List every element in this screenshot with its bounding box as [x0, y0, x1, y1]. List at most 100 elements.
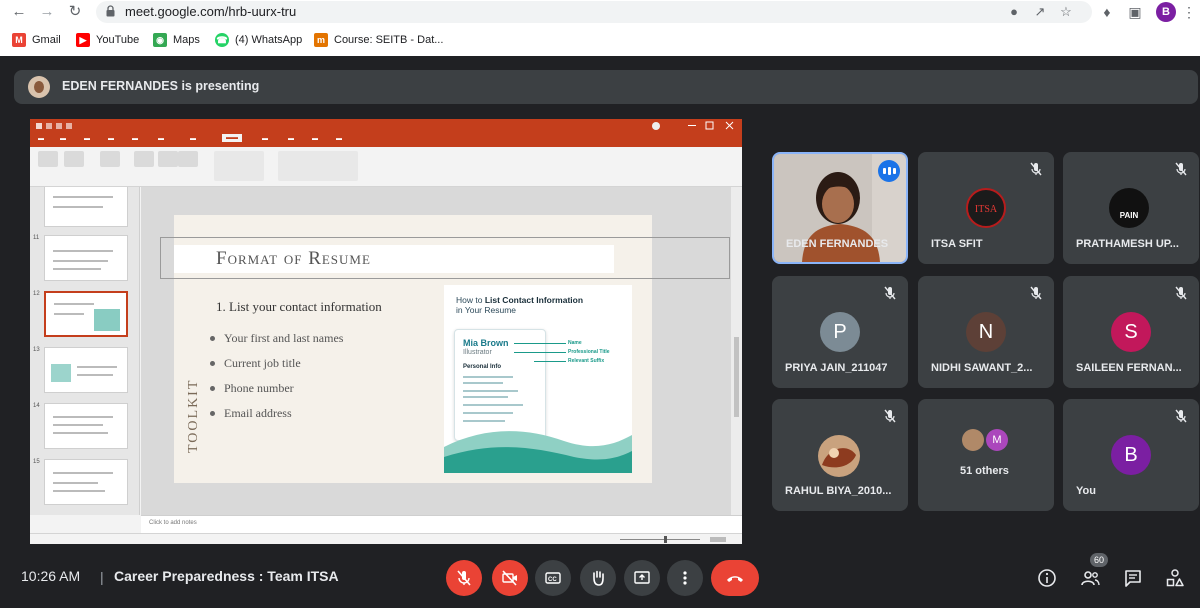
participant-name: EDEN FERNANDES [786, 238, 889, 250]
pain-logo: PAIN [1109, 188, 1149, 228]
profile-avatar[interactable]: B [1156, 2, 1176, 22]
camera-toggle-button[interactable] [492, 560, 528, 596]
people-icon[interactable] [1080, 568, 1100, 588]
mic-off-icon [1030, 162, 1042, 176]
end-call-button[interactable] [711, 560, 759, 596]
participant-avatar: S [1111, 312, 1151, 352]
presenter-avatar [28, 76, 50, 98]
slide-canvas: Format of Resume 1. List your contact in… [141, 187, 742, 515]
participant-tile-you[interactable]: B You [1063, 399, 1199, 511]
slide-thumbnails: 11 12 13 14 15 [30, 187, 140, 515]
back-icon[interactable]: ← [10, 3, 28, 21]
speaking-indicator-icon [878, 160, 900, 182]
slide-scrollbar [731, 187, 742, 515]
quick-access-icons [36, 123, 72, 129]
separator: | [100, 569, 104, 585]
mic-toggle-button[interactable] [446, 560, 482, 596]
present-screen-icon [634, 571, 650, 584]
ppt-tab: ▬ [312, 136, 318, 142]
mic-off-icon [884, 286, 896, 300]
participant-tile-others[interactable]: M 51 others [918, 399, 1054, 511]
captions-icon: CC [545, 572, 561, 584]
others-avatar [962, 429, 984, 451]
participant-name: You [1076, 485, 1096, 497]
course-icon: m [314, 33, 328, 47]
ribbon-monitor-group [278, 151, 358, 181]
participant-tile-rahul[interactable]: RAHUL BIYA_2010... [772, 399, 908, 511]
camera-icon[interactable]: ● [1006, 4, 1022, 20]
slide-thumbnail-selected [44, 291, 128, 337]
chat-icon[interactable] [1123, 568, 1143, 588]
participant-tile-prathamesh[interactable]: PAIN PRATHAMESH UP... [1063, 152, 1199, 264]
participant-name: PRIYA JAIN_211047 [785, 362, 888, 374]
activities-icon[interactable] [1165, 568, 1185, 588]
ppt-tab: ▬ [190, 136, 196, 142]
resume-name: Mia Brown [463, 338, 509, 348]
howto-infographic: How to List Contact Information in Your R… [444, 285, 632, 473]
youtube-icon: ▶ [76, 33, 90, 47]
howto-label: Relevant Suffix [568, 358, 605, 364]
ppt-tab: ▬ [60, 136, 66, 142]
thumb-number: 13 [33, 347, 40, 353]
bookmark-course[interactable]: m Course: SEITB - Dat... [314, 32, 443, 48]
bookmark-gmail[interactable]: M Gmail [12, 32, 61, 48]
shared-screen[interactable]: ▬ ▬ ▬ ▬ ▬ ▬ ▬ ▬▬ ▬ ▬ ▬ ▬ 11 12 13 14 15 [30, 119, 742, 544]
extensions-icon[interactable]: ♦ [1098, 3, 1116, 21]
participant-tile-nidhi[interactable]: N NIDHI SAWANT_2... [918, 276, 1054, 388]
zoom-slider [620, 536, 726, 543]
participant-tile-priya[interactable]: P PRIYA JAIN_211047 [772, 276, 908, 388]
itsa-logo: ITSA [966, 188, 1006, 228]
info-icon[interactable] [1037, 568, 1057, 588]
ppt-status-bar [30, 533, 742, 544]
bookmark-youtube[interactable]: ▶ YouTube [76, 32, 139, 48]
window-controls [652, 121, 734, 130]
mic-off-icon [884, 409, 896, 423]
star-icon[interactable]: ☆ [1058, 4, 1074, 20]
thumb-number: 15 [33, 459, 40, 465]
maps-icon: ◉ [153, 33, 167, 47]
meeting-name: Career Preparedness : Team ITSA [114, 568, 339, 584]
reload-icon[interactable]: ↻ [66, 3, 84, 21]
mic-off-icon [1175, 409, 1187, 423]
sidepanel-icon[interactable]: ▣ [1126, 3, 1144, 21]
presenting-banner: EDEN FERNANDES is presenting [14, 70, 1198, 104]
participant-photo [818, 435, 860, 477]
bullet-item: Your first and last names [209, 331, 344, 345]
present-button[interactable] [624, 560, 660, 596]
more-options-button[interactable] [667, 560, 703, 596]
mic-off-icon [1030, 286, 1042, 300]
others-count: 51 others [960, 465, 1009, 477]
slide-thumbnail [44, 187, 128, 227]
bookmark-maps[interactable]: ◉ Maps [153, 32, 200, 48]
slide-thumbnail [44, 235, 128, 281]
more-vert-icon [683, 571, 687, 585]
participant-tile-eden[interactable]: EDEN FERNANDES [772, 152, 908, 264]
raise-hand-button[interactable] [580, 560, 616, 596]
slide: Format of Resume 1. List your contact in… [160, 215, 730, 483]
ppt-ribbon [30, 147, 742, 187]
captions-button[interactable]: CC [535, 560, 571, 596]
menu-icon[interactable]: ⋮ [1180, 3, 1198, 21]
bookmark-whatsapp[interactable]: ☎ (4) WhatsApp [215, 32, 302, 48]
forward-icon[interactable]: → [38, 3, 56, 21]
ribbon-button [134, 151, 154, 167]
address-bar[interactable]: meet.google.com/hrb-uurx-tru ● ↗ ☆ [96, 1, 1092, 23]
hangup-icon [727, 576, 743, 582]
ppt-tab: ▬ [38, 136, 44, 142]
ribbon-button [178, 151, 198, 167]
bullet-item: Phone number [210, 381, 294, 395]
participant-avatar: N [966, 312, 1006, 352]
participant-name: NIDHI SAWANT_2... [931, 362, 1033, 374]
participant-tile-itsa[interactable]: ITSA ITSA SFIT [918, 152, 1054, 264]
ribbon-button [158, 151, 178, 167]
svg-text:CC: CC [548, 577, 557, 583]
share-icon[interactable]: ↗ [1032, 4, 1048, 20]
participant-tile-saileen[interactable]: S SAILEEN FERNAN... [1063, 276, 1199, 388]
howto-label: Professional Title [568, 349, 610, 355]
participant-name: PRATHAMESH UP... [1076, 238, 1179, 250]
people-count-badge: 60 [1090, 553, 1108, 567]
presenting-text: EDEN FERNANDES is presenting [62, 79, 260, 93]
hand-icon [593, 570, 604, 586]
bookmarks-bar: M Gmail ▶ YouTube ◉ Maps ☎ (4) WhatsApp … [0, 28, 1200, 52]
bullet-item: Current job title [210, 356, 301, 370]
